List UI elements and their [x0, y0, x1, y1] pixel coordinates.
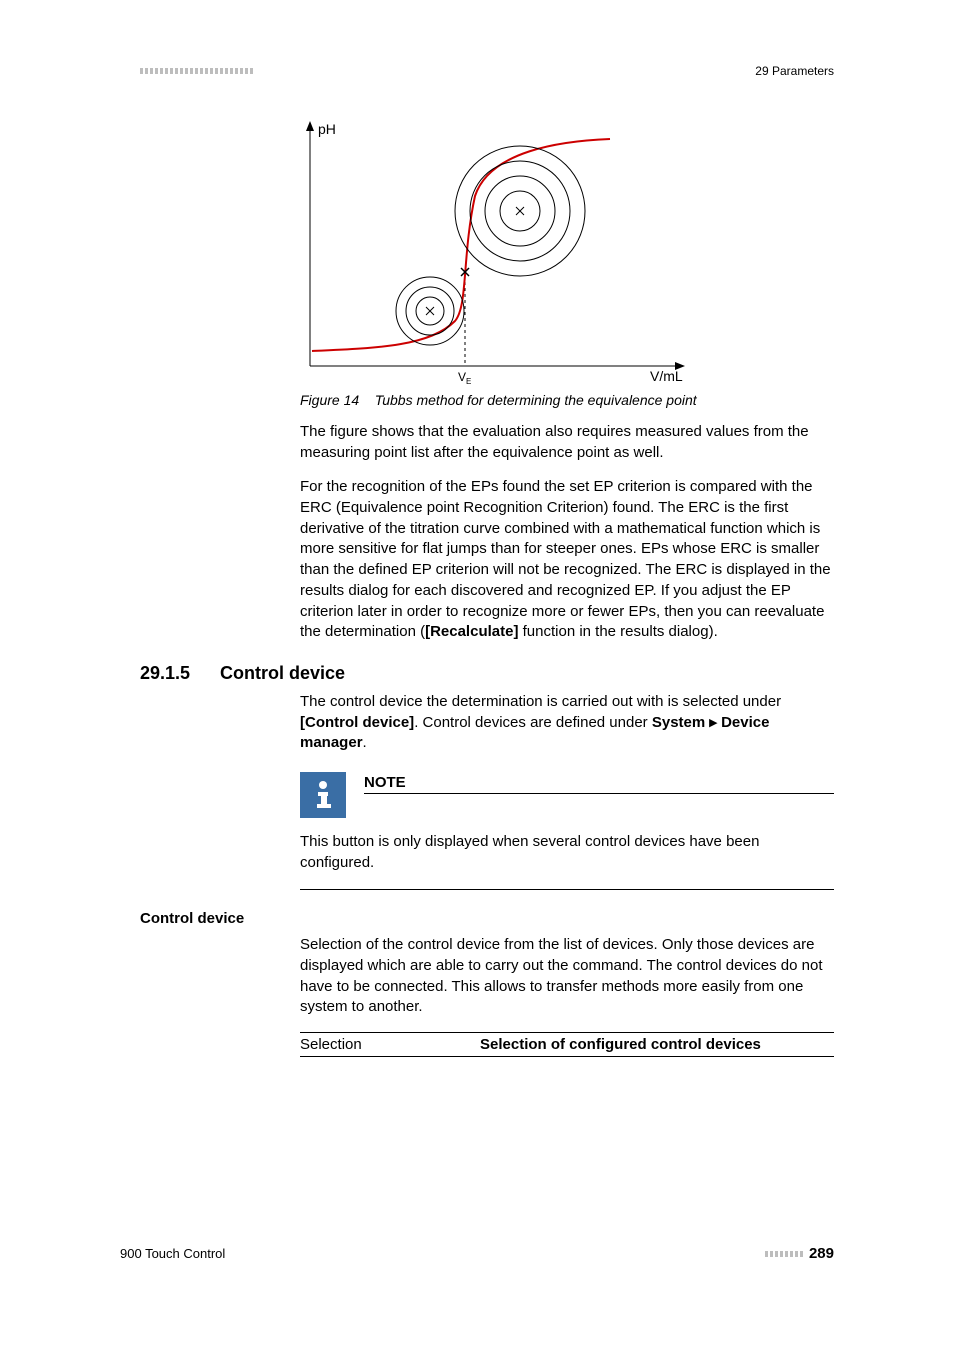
note-body: This button is only displayed when sever… [300, 832, 834, 890]
info-icon [300, 772, 346, 818]
figure-caption-text: Tubbs method for determining the equival… [375, 392, 697, 408]
svg-text:E: E [466, 377, 471, 386]
selection-row: Selection Selection of configured contro… [300, 1032, 834, 1057]
section-title: Control device [220, 663, 345, 684]
footer-product: 900 Touch Control [120, 1246, 225, 1261]
paragraph-ep-recognition: For the recognition of the EPs found the… [300, 477, 834, 643]
section-number: 29.1.5 [140, 663, 200, 684]
tubbs-method-chart: pH V/mL V E [300, 116, 700, 386]
figure-number: Figure 14 [300, 392, 359, 408]
selection-value: Selection of configured control devices [480, 1036, 761, 1053]
figure-14: pH V/mL V E Figure 14 Tubbs method for d… [300, 116, 834, 408]
selection-label: Selection [300, 1036, 480, 1053]
footer-ornament-dashes [765, 1251, 803, 1257]
control-device-bold: [Control device] [300, 714, 414, 731]
page-footer: 900 Touch Control 289 [120, 1245, 834, 1262]
section-heading: 29.1.5 Control device [140, 663, 834, 684]
paragraph-control-device-intro: The control device the determination is … [300, 692, 834, 754]
figure-caption: Figure 14 Tubbs method for determining t… [300, 392, 834, 408]
header-ornament-dashes [140, 68, 253, 74]
note-title: NOTE [364, 772, 834, 794]
page-header: 29 Parameters [140, 64, 834, 78]
svg-text:V: V [458, 370, 466, 384]
note-box: NOTE This button is only displayed when … [300, 772, 834, 890]
paragraph-figure-explanation: The figure shows that the evaluation als… [300, 422, 834, 463]
param-heading-control-device: Control device [140, 910, 834, 927]
header-section-label: 29 Parameters [755, 64, 834, 78]
svg-text:V/mL: V/mL [650, 368, 683, 384]
svg-text:pH: pH [318, 121, 336, 137]
recalculate-label: [Recalculate] [425, 623, 518, 640]
page-number: 289 [809, 1245, 834, 1262]
param-body-control-device: Selection of the control device from the… [300, 935, 834, 1018]
